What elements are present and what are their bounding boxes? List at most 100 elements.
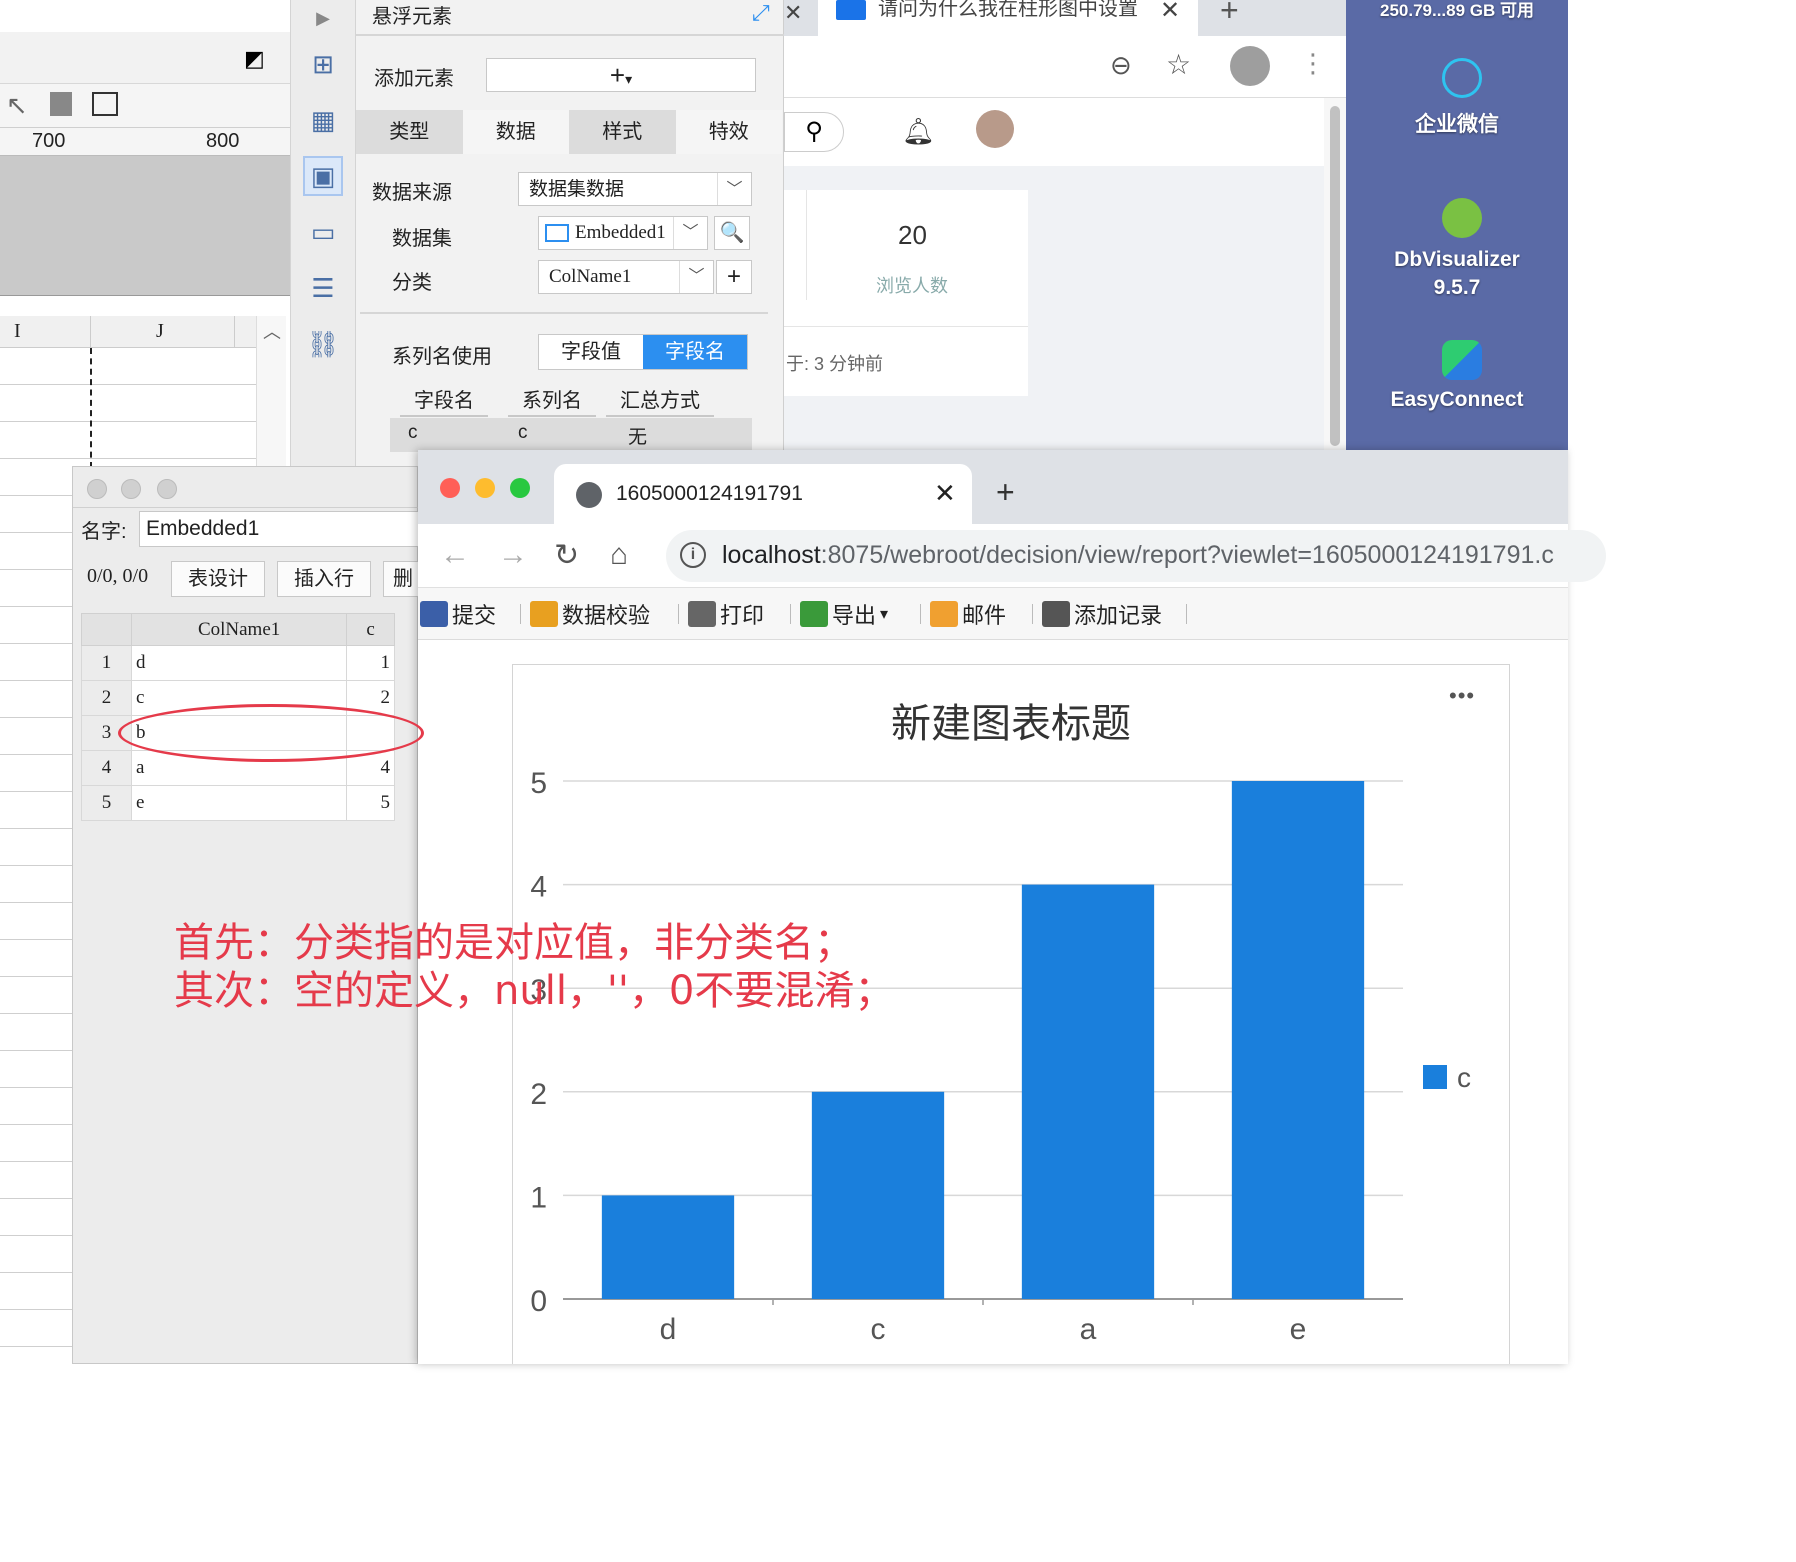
table-settings-icon[interactable]: ▦ xyxy=(305,102,341,138)
chevron-down-icon: ﹀ xyxy=(679,261,713,293)
expand-arrow-icon[interactable]: ▶ xyxy=(305,0,341,36)
toolbar-export-button[interactable]: 导出 ▾ xyxy=(800,598,888,630)
x-tick-label: d xyxy=(660,1313,677,1346)
wecom-icon[interactable] xyxy=(1442,58,1482,98)
new-tab-icon[interactable]: + xyxy=(996,474,1015,511)
close-icon[interactable]: ✕ xyxy=(1160,0,1180,25)
link-icon[interactable]: ⛓ xyxy=(305,326,341,362)
pointer-icon[interactable]: ↖ xyxy=(6,90,28,121)
easyconnect-icon[interactable] xyxy=(1442,340,1482,380)
desktop-icon-label[interactable]: 9.5.7 xyxy=(1346,276,1568,300)
forward-icon[interactable]: → xyxy=(498,538,528,572)
row-number[interactable]: 1 xyxy=(81,645,132,681)
avatar[interactable] xyxy=(976,110,1014,148)
profile-icon[interactable] xyxy=(1230,46,1270,86)
name-cell[interactable]: d xyxy=(130,645,348,681)
widget-icon[interactable]: ▭ xyxy=(305,214,341,250)
column-header[interactable]: c xyxy=(346,613,395,646)
add-category-button[interactable]: + xyxy=(716,260,752,294)
edit-icon[interactable]: ⤢ xyxy=(752,0,770,26)
cursor-dropdown-icon[interactable]: ◩ xyxy=(244,46,265,72)
chevron-up-icon[interactable]: ︿ xyxy=(263,318,281,344)
minimize-dot[interactable] xyxy=(121,479,141,499)
dbvisualizer-icon[interactable] xyxy=(1442,198,1482,238)
url-field[interactable]: i localhost:8075/webroot/decision/view/r… xyxy=(666,530,1606,582)
row-number[interactable]: 5 xyxy=(81,785,132,821)
address-bar: ← → ↻ ⌂ i localhost:8075/webroot/decisio… xyxy=(418,524,1606,588)
toggle-field-name[interactable]: 字段名 xyxy=(643,335,747,369)
table-row[interactable]: 1d1 xyxy=(81,645,395,681)
close-window-button[interactable] xyxy=(440,478,460,498)
category-select[interactable]: ColName1 ﹀ xyxy=(538,260,714,294)
field-cell: 无 xyxy=(628,427,648,448)
close-icon[interactable]: ✕ xyxy=(784,0,802,26)
new-tab-icon[interactable]: + xyxy=(1220,0,1239,29)
print-icon xyxy=(688,601,716,627)
toggle-field-value[interactable]: 字段值 xyxy=(539,335,643,369)
annotation-line-2: 其次：空的定义，null，''，0不要混淆； xyxy=(174,968,895,1014)
data-source-select[interactable]: 数据集数据 ﹀ xyxy=(518,172,752,206)
tab-data[interactable]: 数据 xyxy=(462,110,569,154)
designer-tool-row: ↖ xyxy=(0,84,290,128)
tab-effect[interactable]: 特效 xyxy=(675,110,782,154)
toolbar-save-button[interactable]: 提交 xyxy=(420,598,496,630)
desktop-icon-label[interactable]: 企业微信 xyxy=(1346,108,1568,138)
column-header[interactable]: ColName1 xyxy=(130,613,348,646)
minimize-window-button[interactable] xyxy=(475,478,495,498)
close-dot[interactable] xyxy=(87,479,107,499)
insert-row-button[interactable]: 插入行 xyxy=(277,561,371,597)
info-icon[interactable]: i xyxy=(680,542,706,568)
value-cell[interactable]: 1 xyxy=(346,645,395,681)
category-value: ColName1 xyxy=(549,266,632,287)
desktop-icon-label[interactable]: DbVisualizer xyxy=(1346,248,1568,272)
horizontal-ruler: 700 800 xyxy=(0,128,290,156)
search-icon[interactable]: ⚲ xyxy=(784,112,844,152)
bg-address-bar: ⊖ ☆ ⋮ xyxy=(784,36,1346,98)
table-row[interactable]: 5e5 xyxy=(81,785,395,821)
name-cell[interactable]: e xyxy=(130,785,348,821)
more-menu-icon[interactable]: ⋮ xyxy=(1300,48,1326,79)
x-tick-label: a xyxy=(1080,1313,1097,1346)
tab-style[interactable]: 样式 xyxy=(569,110,676,154)
back-icon[interactable]: ← xyxy=(440,538,470,572)
column-header[interactable]: J xyxy=(156,320,164,343)
home-icon[interactable]: ⌂ xyxy=(610,538,628,572)
close-icon[interactable]: ✕ xyxy=(934,478,956,509)
field-row[interactable]: c c 无 xyxy=(390,418,752,452)
name-input[interactable]: Embedded1 xyxy=(139,511,429,547)
browser-tab[interactable]: 1605000124191791 ✕ xyxy=(554,464,972,524)
scrollbar[interactable] xyxy=(1324,98,1346,450)
search-icon[interactable]: 🔍 xyxy=(714,216,750,250)
row-number[interactable]: 2 xyxy=(81,680,132,716)
row-number[interactable]: 4 xyxy=(81,750,132,786)
bell-icon[interactable]: 🔔︎ xyxy=(902,116,935,147)
chevron-down-icon: ﹀ xyxy=(717,173,751,205)
zoom-out-icon[interactable]: ⊖ xyxy=(1110,50,1132,81)
bg-tab[interactable]: 请问为什么我在柱形图中设置 xyxy=(818,0,1198,36)
toolbar-print-button[interactable]: 打印 xyxy=(688,598,764,630)
table-design-button[interactable]: 表设计 xyxy=(171,561,265,597)
stat-label: 浏览人数 xyxy=(876,276,948,296)
tab-type[interactable]: 类型 xyxy=(356,110,463,154)
dataset-select[interactable]: Embedded1 ﹀ xyxy=(538,216,708,250)
zoom-window-button[interactable] xyxy=(510,478,530,498)
list-settings-icon[interactable]: ☰ xyxy=(305,270,341,306)
toolbar-label: 打印 xyxy=(720,603,765,628)
toolbar-mail-button[interactable]: 邮件 xyxy=(930,598,1006,630)
page-icon[interactable] xyxy=(50,92,72,116)
star-icon[interactable]: ☆ xyxy=(1166,48,1191,81)
float-element-icon[interactable]: ▣ xyxy=(303,156,343,196)
toolbar-check-button[interactable]: 数据校验 xyxy=(530,598,650,630)
delete-row-button[interactable]: 删 xyxy=(383,561,423,597)
column-header[interactable]: I xyxy=(14,320,21,343)
frame-select-icon[interactable] xyxy=(92,92,118,116)
desktop-icon-label[interactable]: EasyConnect xyxy=(1346,388,1568,412)
background-browser: ✕ 请问为什么我在柱形图中设置 ✕ + ⊖ ☆ ⋮ ⚲ 🔔︎ 20 浏览人数 于… xyxy=(784,0,1346,450)
grid-layout-icon[interactable]: ⊞ xyxy=(305,46,341,82)
scrollbar[interactable]: ︿ xyxy=(256,316,286,466)
zoom-dot[interactable] xyxy=(157,479,177,499)
reload-icon[interactable]: ↻ xyxy=(554,538,579,573)
value-cell[interactable]: 5 xyxy=(346,785,395,821)
add-element-button[interactable]: +▾ xyxy=(486,58,756,92)
toolbar-add-record-button[interactable]: 添加记录 xyxy=(1042,598,1162,630)
